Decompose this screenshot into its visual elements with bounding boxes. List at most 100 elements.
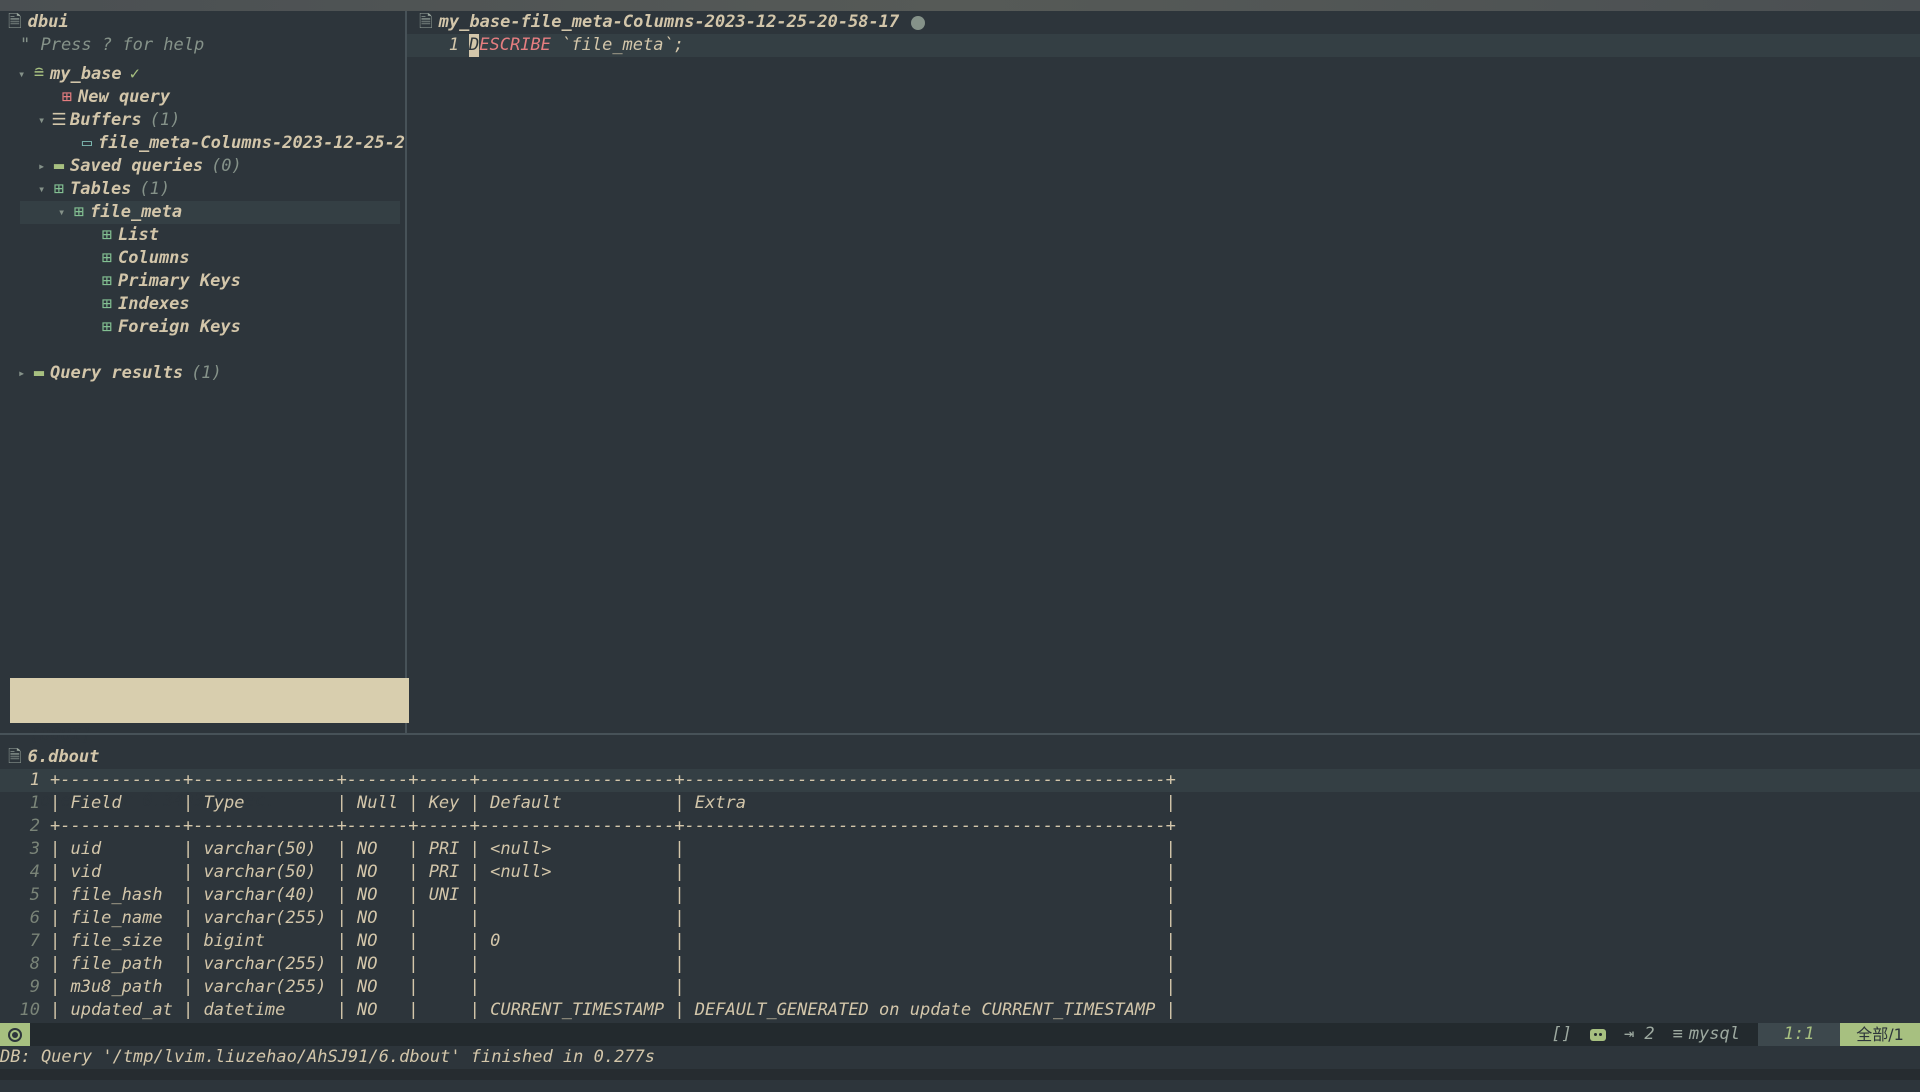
modified-indicator-icon [911,15,926,30]
dbui-drawer: 🗎 dbui " Press ? for help ▾ ≘ my_base ✓ … [0,11,407,733]
table-row: 4 | vid | varchar(50) | NO | PRI | <null>… [0,861,1920,884]
table-row: 6 | file_name | varchar(255) | NO | | | | [0,907,1920,930]
query-editor[interactable]: 🗎 my_base-file_meta-Columns-2023-12-25-2… [407,11,1920,733]
notification-title: [DBUI] [30,725,92,745]
table-icon: ⊞ [101,248,113,268]
row-text: | file_hash | varchar(40) | NO | UNI | |… [50,885,1176,905]
connected-check-icon: ✓ [129,64,140,84]
tree-item-count: (1) [191,363,222,383]
tree-item-my-base[interactable]: ▾ ≘ my_base ✓ [18,63,140,86]
file-icon: 🗎 [419,12,433,32]
tree-item-helper-list[interactable]: ⊞ List [98,224,159,247]
table-icon: ⊞ [101,317,113,337]
results-winbar: 🗎 6.dbout [8,746,99,769]
tree-item-buffer-file[interactable]: ▭ file_meta-Columns-2023-12-25-2 [78,132,405,155]
tree-item-helper-primary-keys[interactable]: ⊞ Primary Keys [98,270,241,293]
tree-item-query-results[interactable]: ▸ ▬ Query results (1) [18,362,222,385]
results-filename: 6.dbout [27,747,100,767]
tree-item-count: (1) [139,179,171,199]
cursor-position: 1:1 [1758,1023,1840,1046]
row-number: 5 [29,885,40,905]
window-top-strip [0,0,1920,11]
tree-item-helper-indexes[interactable]: ⊞ Indexes [98,293,190,316]
mode-indicator [0,1023,30,1046]
expanded-arrow-icon: ▾ [18,67,26,81]
text-cursor: D [469,34,480,57]
table-row: 8 | file_path | varchar(255) | NO | | | | [0,953,1920,976]
table-row: 1 | Field | Type | Null | Key | Default |… [0,792,1920,815]
row-text: | uid | varchar(50) | NO | PRI | <null> … [50,839,1176,859]
drawer-title: dbui [27,12,69,32]
query-results-pane[interactable]: 🗎 6.dbout 1 +------------+--------------+… [0,746,1920,1022]
tree-item-label: Tables [70,179,132,199]
row-text: +------------+--------------+------+----… [50,816,1176,836]
row-number: 1 [29,770,40,790]
scroll-position: 全部/1 [1840,1023,1920,1046]
tree-item-new-query[interactable]: ⊞ New query [58,86,170,109]
row-number: 7 [29,931,40,951]
tree-item-label: Columns [118,248,190,268]
table-row: 1 +------------+--------------+------+---… [0,769,1920,792]
table-icon: ⊞ [73,202,85,222]
table-row: 5 | file_hash | varchar(40) | NO | UNI | … [0,884,1920,907]
table-row: 3 | uid | varchar(50) | NO | PRI | <null>… [0,838,1920,861]
tree-item-tables[interactable]: ▾ ⊞ Tables (1) [38,178,170,201]
row-text: | vid | varchar(50) | NO | PRI | <null> … [50,862,1176,882]
vim-mode-icon [8,1027,22,1042]
code-line[interactable]: 1 D ESCRIBE `file_meta`; [407,34,1920,57]
database-icon: ≘ [33,64,45,84]
command-line[interactable]: DB: Query '/tmp/lvim.liuzehao/AhSJ91/6.d… [0,1046,1920,1069]
row-number: 2 [29,816,40,836]
expanded-arrow-icon: ▾ [38,182,46,196]
tree-item-buffers[interactable]: ▾ ☰ Buffers (1) [38,109,180,132]
table-row: 9 | m3u8_path | varchar(255) | NO | | | | [0,976,1920,999]
sql-keyword: ESCRIBE [479,35,551,55]
new-query-icon: ⊞ [61,87,73,107]
tree-item-count: (1) [149,110,181,130]
table-row: 10 | updated_at | datetime | NO | | CURRE… [0,999,1920,1022]
row-text: | Field | Type | Null | Key | Default | … [50,793,1176,813]
tree-item-label: List [118,225,159,245]
monitor-icon: ▭ [81,133,93,153]
tree-item-file-meta[interactable]: ▾ ⊞ file_meta [20,201,400,224]
filetype-indicator: ≡ mysql [1673,1023,1740,1046]
sql-text: `file_meta`; [550,35,684,55]
tree-item-label: Foreign Keys [118,317,241,337]
row-text: | file_path | varchar(255) | NO | | | | [50,954,1176,974]
row-number: 4 [29,862,40,882]
treesitter-indicator: [] [1551,1024,1572,1044]
table-icon: ⊞ [101,271,113,291]
statusline: [] ⇥ 2 ≡ mysql 1:1 全部/1 [0,1023,1920,1046]
row-number: 6 [29,908,40,928]
tree-item-helper-foreign-keys[interactable]: ⊞ Foreign Keys [98,316,241,339]
dbui-notification: [DBUI] Done after 0.349390 sec. [10,678,409,811]
file-icon: 🗎 [8,12,22,32]
tree-item-label: file_meta-Columns-2023-12-25-2 [98,133,406,153]
row-number: 9 [29,977,40,997]
folder-icon: ▬ [33,363,45,383]
row-text: | file_size | bigint | NO | | 0 | | [50,931,1176,951]
row-number: 3 [29,839,40,859]
lines-icon: ≡ [1672,1024,1683,1044]
window-bottom-strip [0,1069,1920,1080]
tree-item-label: Query results [50,363,184,383]
row-number: 8 [29,954,40,974]
help-hint: " Press ? for help [20,35,205,55]
tree-item-label: my_base [50,64,122,84]
table-row: 2 +------------+--------------+------+---… [0,815,1920,838]
tree-item-label: Saved queries [70,156,204,176]
statusline-right: [] ⇥ 2 ≡ mysql 1:1 全部/1 [1551,1023,1920,1046]
table-icon: ⊞ [53,179,65,199]
tree-item-helper-columns[interactable]: ⊞ Columns [98,247,190,270]
list-icon: ☰ [51,110,67,130]
tree-item-label: file_meta [90,202,183,222]
filetype-label: mysql [1688,1024,1740,1044]
tree-item-label: Indexes [118,294,190,314]
line-number: 1 [448,35,459,55]
window-split-divider[interactable] [0,733,1920,735]
table-icon: ⊞ [101,294,113,314]
row-text: | m3u8_path | varchar(255) | NO | | | | [50,977,1176,997]
tree-item-saved-queries[interactable]: ▸ ▬ Saved queries (0) [38,155,242,178]
folder-icon: ▬ [53,156,65,176]
tree-item-label: New query [78,87,171,107]
